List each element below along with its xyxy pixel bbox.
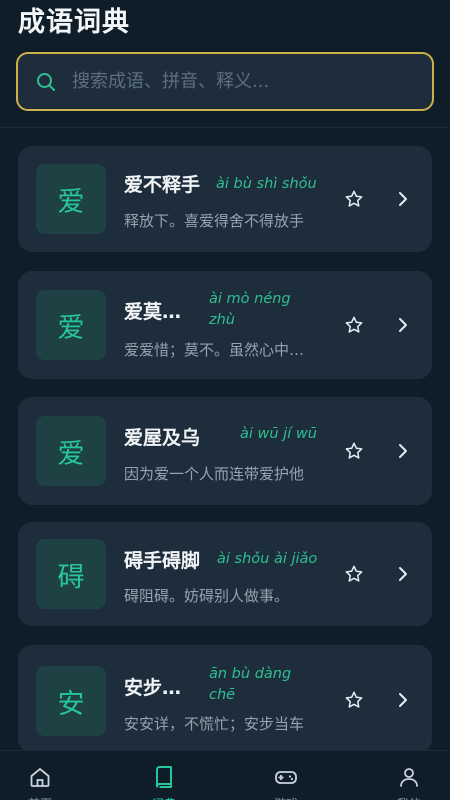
tab-profile[interactable]: 我的: [369, 751, 449, 800]
idiom-card[interactable]: 安 安步… ān bù dàng chē 安安详，不慌忙；安步当车: [18, 645, 432, 753]
tab-label: 词典: [124, 795, 204, 800]
user-icon: [400, 768, 418, 787]
idiom-description: 因为爱一个人而连带爱护他: [124, 465, 305, 483]
star-icon[interactable]: [344, 315, 364, 335]
idiom-description: 爱爱惜；莫不。虽然心中关切: [124, 341, 318, 359]
chevron-right-icon[interactable]: [396, 316, 410, 334]
tab-dictionary[interactable]: 词典: [124, 751, 204, 800]
idiom-card[interactable]: 爱 爱屋及乌 ài wū jí wū 因为爱一个人而连带爱护他: [18, 397, 432, 505]
star-icon[interactable]: [344, 564, 364, 584]
idiom-pinyin: ài shǒu ài jiǎo: [217, 551, 318, 567]
idiom-pinyin: ài wū jí wū: [240, 426, 317, 442]
idiom-name: 碍手碍脚: [124, 550, 201, 572]
gamepad-icon: [275, 771, 297, 784]
idiom-card[interactable]: 碍 碍手碍脚 ài shǒu ài jiǎo 碍阻碍。妨碍别人做事。: [18, 522, 432, 626]
home-icon: [30, 768, 50, 787]
idiom-card[interactable]: 爱 爱莫… ài mò néng zhù 爱爱惜；莫不。虽然心中关切: [18, 271, 432, 379]
idiom-pinyin: ài mò néng zhù: [209, 291, 291, 328]
tab-label: 游戏: [246, 795, 326, 800]
idiom-name: 爱莫…: [124, 301, 182, 323]
tab-games[interactable]: 游戏: [246, 751, 326, 800]
chevron-right-icon[interactable]: [396, 565, 410, 583]
idiom-name: 爱屋及乌: [124, 427, 201, 449]
star-icon[interactable]: [344, 189, 364, 209]
header: 成语词典: [0, 0, 450, 128]
tab-home[interactable]: 首页: [0, 751, 80, 800]
idiom-initial-badge: 安: [36, 666, 106, 736]
chevron-right-icon[interactable]: [396, 190, 410, 208]
search-icon: [37, 72, 55, 91]
idiom-name: 爱不释手: [124, 174, 201, 196]
bottom-tab-bar: 首页 词典 游戏 我的: [0, 750, 450, 800]
search-box[interactable]: [16, 52, 434, 111]
idiom-description: 碍阻碍。妨碍别人做事。: [124, 587, 290, 605]
idiom-initial-badge: 爱: [36, 416, 106, 486]
idiom-description: 释放下。喜爱得舍不得放手: [124, 212, 305, 230]
idiom-description: 安安详，不慌忙；安步当车: [124, 715, 305, 733]
tab-label: 我的: [369, 795, 449, 800]
book-icon: [156, 766, 172, 788]
star-icon[interactable]: [344, 690, 364, 710]
idiom-card[interactable]: 爱 爱不释手 ài bù shì shǒu 释放下。喜爱得舍不得放手: [18, 146, 432, 252]
page-title: 成语词典: [18, 7, 130, 38]
idiom-initial-badge: 爱: [36, 164, 106, 234]
chevron-right-icon[interactable]: [396, 691, 410, 709]
search-input[interactable]: [72, 71, 402, 92]
idiom-initial-badge: 碍: [36, 539, 106, 609]
idiom-name: 安步…: [124, 677, 182, 699]
star-icon[interactable]: [344, 441, 364, 461]
idiom-initial-badge: 爱: [36, 290, 106, 360]
idiom-pinyin: ān bù dàng chē: [209, 666, 292, 703]
tab-label: 首页: [0, 795, 80, 800]
chevron-right-icon[interactable]: [396, 442, 410, 460]
idiom-pinyin: ài bù shì shǒu: [216, 176, 317, 192]
